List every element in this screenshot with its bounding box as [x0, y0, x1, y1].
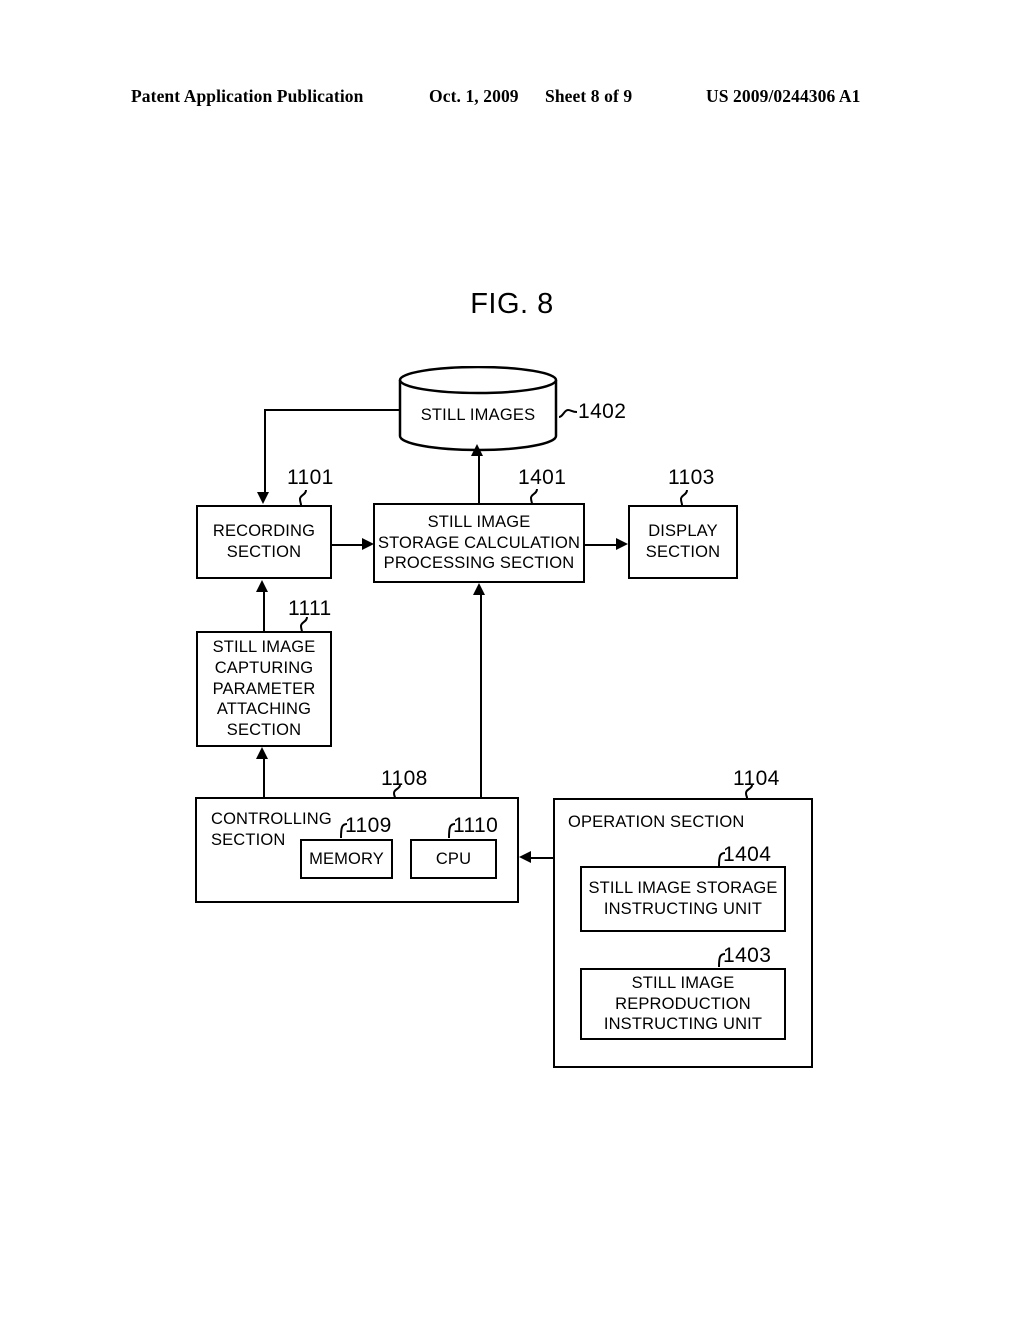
ref-1109: 1109	[345, 814, 392, 837]
reproduction-instructing-unit-box: STILL IMAGE REPRODUCTION INSTRUCTING UNI…	[580, 968, 786, 1040]
ref-1401-leader	[523, 488, 541, 506]
storage-instructing-unit-box: STILL IMAGE STORAGE INSTRUCTING UNIT	[580, 866, 786, 932]
ref-1109-leader	[336, 822, 350, 840]
ref-1101: 1101	[287, 466, 334, 489]
ref-1110: 1110	[453, 814, 499, 837]
arrowhead-into-recording-section	[257, 492, 269, 504]
ref-1110-leader	[444, 822, 458, 840]
ref-1103: 1103	[668, 466, 715, 489]
header-sheet-number: Sheet 8 of 9	[545, 86, 633, 106]
arrowhead-into-display-section	[616, 538, 628, 550]
connector-operation-to-controlling	[531, 857, 553, 859]
connector-store-to-recording-horizontal	[264, 409, 400, 411]
ref-1401: 1401	[518, 466, 567, 489]
arrowhead-into-still-images-store	[471, 444, 483, 456]
display-section-box: DISPLAY SECTION	[628, 505, 738, 579]
operation-section-label: OPERATION SECTION	[568, 813, 745, 831]
ref-1402: 1402	[578, 400, 627, 423]
figure-title: FIG. 8	[470, 288, 554, 320]
memory-box: MEMORY	[300, 839, 393, 879]
connector-processing-to-store-vertical	[478, 455, 480, 503]
ref-1101-leader	[292, 489, 310, 507]
ref-1111-leader	[293, 616, 311, 634]
arrowhead-into-controlling-section	[519, 851, 531, 863]
storage-calculation-processing-section-box: STILL IMAGE STORAGE CALCULATION PROCESSI…	[373, 503, 585, 583]
ref-1404-leader	[714, 851, 728, 869]
connector-parameter-to-recording-vertical	[263, 591, 265, 631]
still-images-datastore-label: STILL IMAGES	[420, 406, 536, 424]
connector-controlling-to-processing-vertical	[480, 594, 482, 797]
arrowhead-into-recording-section-bottom	[256, 580, 268, 592]
still-images-datastore: STILL IMAGES	[398, 366, 558, 454]
ref-1403-leader	[714, 952, 728, 970]
page-header: Patent Application Publication Oct. 1, 2…	[0, 86, 1024, 112]
recording-section-box: RECORDING SECTION	[196, 505, 332, 579]
ref-1108-leader	[386, 784, 404, 800]
ref-1404: 1404	[723, 843, 772, 866]
connector-store-to-recording-vertical	[264, 409, 266, 493]
header-publication: Patent Application Publication	[131, 86, 364, 106]
parameter-attaching-section-box: STILL IMAGE CAPTURING PARAMETER ATTACHIN…	[196, 631, 332, 747]
connector-processing-to-display	[585, 544, 617, 546]
arrowhead-into-parameter-attaching-section	[256, 747, 268, 759]
header-date: Oct. 1, 2009	[429, 86, 519, 106]
ref-1402-leader	[558, 404, 580, 420]
ref-1403: 1403	[723, 944, 772, 967]
header-patent-number: US 2009/0244306 A1	[706, 86, 861, 106]
ref-1103-leader	[673, 489, 691, 507]
arrowhead-into-processing-section-bottom	[473, 583, 485, 595]
connector-controlling-to-parameter-vertical	[263, 758, 265, 797]
connector-recording-to-processing	[332, 544, 364, 546]
cpu-box: CPU	[410, 839, 497, 879]
ref-1104-leader	[738, 784, 756, 800]
arrowhead-into-processing-section	[362, 538, 374, 550]
